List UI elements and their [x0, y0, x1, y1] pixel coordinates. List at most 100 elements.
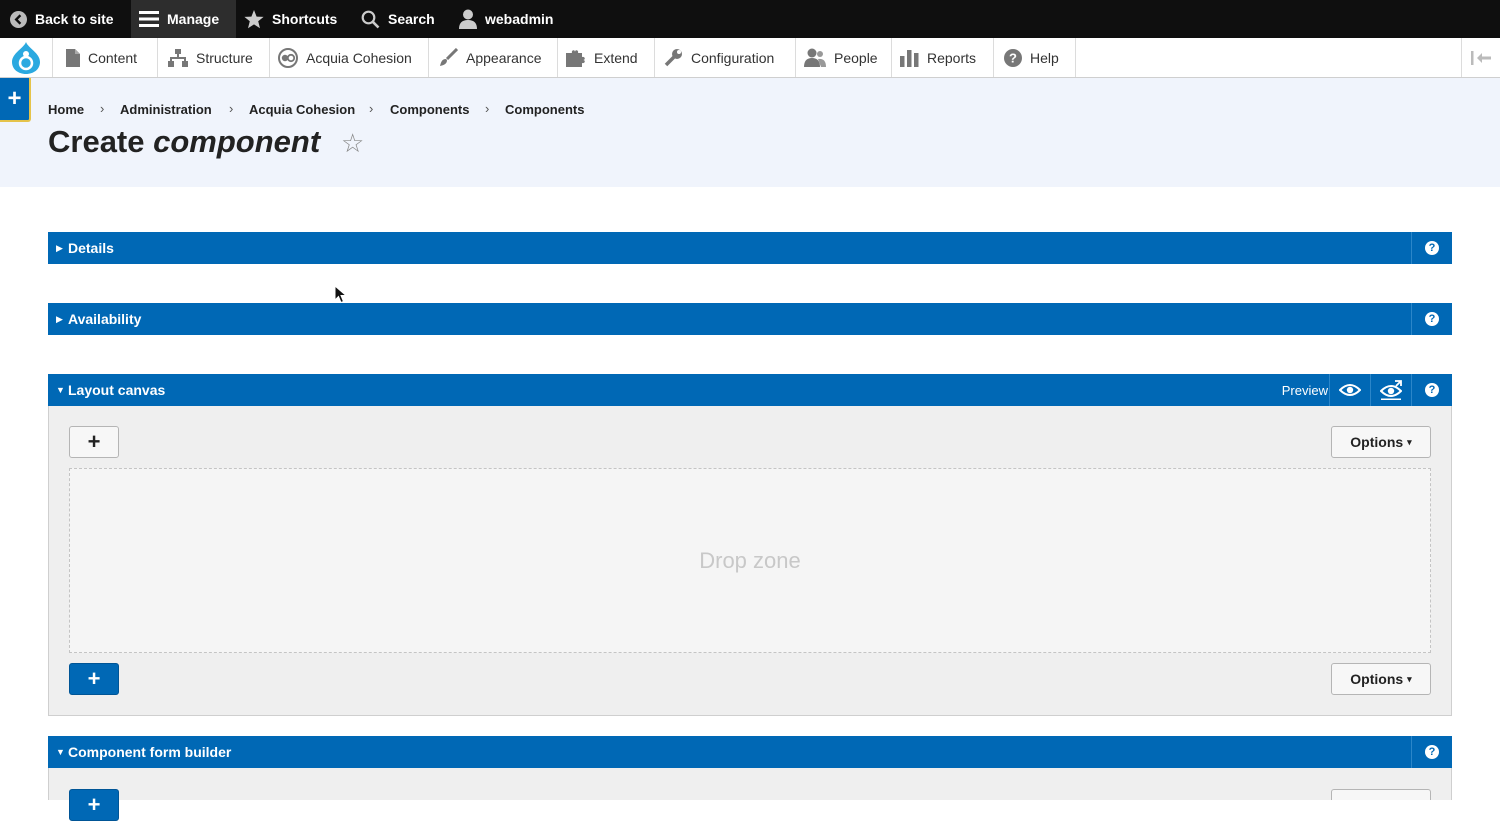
menu-item-appearance[interactable]: Appearance [429, 38, 558, 77]
chevron-down-icon: ▾ [1407, 673, 1412, 684]
toolbar-orientation-toggle[interactable] [1461, 38, 1500, 77]
menu-item-structure[interactable]: Structure [158, 38, 270, 77]
caret-down-icon: ▼ [56, 385, 65, 395]
collapse-left-icon [1471, 50, 1491, 65]
search-tab[interactable]: Search [361, 0, 435, 38]
breadcrumb-components-current[interactable]: Components [505, 102, 584, 117]
plus-icon: + [7, 85, 22, 112]
menu-item-label: Structure [196, 49, 253, 66]
eye-external-icon [1380, 380, 1402, 400]
availability-section-header[interactable]: ▶ Availability ? [48, 303, 1452, 335]
caret-right-icon: ▶ [56, 313, 63, 324]
menu-item-configuration[interactable]: Configuration [655, 38, 796, 77]
admin-toolbar: Back to site Manage Shortcuts Search web… [0, 0, 1500, 38]
availability-section-title[interactable]: Availability [68, 303, 141, 335]
shortcuts-tab[interactable]: Shortcuts [244, 0, 337, 38]
menu-item-help[interactable]: ? Help [994, 38, 1076, 77]
menu-item-label: Acquia Cohesion [306, 49, 412, 66]
form-builder-help-button[interactable]: ? [1411, 736, 1452, 768]
plus-icon: + [87, 792, 101, 817]
preview-label: Preview [1281, 382, 1328, 398]
drupal-drop-icon [12, 41, 40, 74]
document-icon [66, 48, 80, 67]
details-section-title[interactable]: Details [68, 232, 114, 264]
caret-right-icon: ▶ [56, 242, 63, 253]
help-icon: ? [1425, 241, 1439, 255]
page-title-emphasis: component [153, 124, 321, 159]
breadcrumb-separator: › [100, 101, 105, 116]
plus-icon: + [87, 666, 101, 691]
caret-down-icon: ▼ [56, 747, 65, 757]
user-tab[interactable]: webadmin [459, 0, 553, 38]
options-dropdown-top[interactable]: Options ▾ [1331, 426, 1431, 458]
options-label: Options [1350, 434, 1404, 450]
user-icon [459, 9, 477, 29]
back-to-site-label: Back to site [35, 11, 114, 27]
manage-tab[interactable]: Manage [131, 0, 236, 38]
layout-canvas-section-header[interactable]: ▼ Layout canvas Preview ? [48, 374, 1452, 406]
menu-item-acquia-cohesion[interactable]: Acquia Cohesion [270, 38, 429, 77]
preview-toggle-button[interactable] [1329, 374, 1370, 406]
mouse-cursor-icon [334, 285, 348, 304]
breadcrumb-administration[interactable]: Administration [120, 102, 212, 117]
form-builder-add-button[interactable]: + [69, 789, 119, 821]
add-element-top-button[interactable]: + [69, 426, 119, 458]
preview-new-window-button[interactable] [1370, 374, 1411, 406]
back-to-site-link[interactable]: Back to site [10, 0, 114, 38]
paintbrush-icon [440, 48, 458, 66]
eye-icon [1339, 384, 1361, 396]
breadcrumb-acquia-cohesion[interactable]: Acquia Cohesion [249, 102, 355, 117]
shortcuts-label: Shortcuts [272, 11, 338, 27]
layout-canvas-help-button[interactable]: ? [1411, 374, 1452, 406]
breadcrumb-separator: › [369, 101, 374, 116]
menu-item-label: Reports [927, 49, 977, 66]
structure-icon [168, 48, 188, 67]
cohesion-icon [278, 47, 298, 68]
menu-item-label: People [834, 49, 878, 66]
page-title: Create component [48, 124, 320, 160]
puzzle-icon [566, 50, 585, 67]
breadcrumb-separator: › [229, 101, 234, 116]
form-builder-body [48, 768, 1452, 800]
availability-help-button[interactable]: ? [1411, 303, 1452, 335]
svg-text:?: ? [1009, 50, 1017, 65]
drupal-logo[interactable] [0, 38, 53, 77]
help-icon: ? [1425, 383, 1439, 397]
breadcrumb-separator: › [485, 101, 490, 116]
menu-item-extend[interactable]: Extend [558, 38, 655, 77]
drop-zone[interactable]: Drop zone [69, 468, 1431, 653]
layout-canvas-section-title[interactable]: Layout canvas [68, 374, 165, 406]
search-icon [361, 10, 380, 28]
details-help-button[interactable]: ? [1411, 232, 1452, 264]
form-builder-section-title[interactable]: Component form builder [68, 736, 231, 768]
menu-item-label: Appearance [466, 49, 542, 66]
user-label: webadmin [485, 11, 554, 27]
add-to-shortcuts-star-icon[interactable]: ☆ [341, 128, 364, 159]
admin-menu-tray: Content Structure Acquia Cohesion Appear… [0, 38, 1500, 78]
manage-label: Manage [167, 11, 220, 27]
drop-zone-label: Drop zone [699, 547, 801, 573]
options-dropdown-bottom[interactable]: Options ▾ [1331, 663, 1431, 695]
menu-item-label: Content [88, 49, 138, 66]
menu-item-label: Configuration [691, 49, 775, 66]
back-arrow-icon [10, 10, 27, 28]
form-builder-options-dropdown[interactable] [1331, 789, 1431, 800]
menu-item-label: Extend [594, 49, 638, 66]
menu-item-label: Help [1030, 49, 1059, 66]
menu-item-reports[interactable]: Reports [892, 38, 994, 77]
details-section-header[interactable]: ▶ Details ? [48, 232, 1452, 264]
breadcrumb-home[interactable]: Home [48, 102, 84, 117]
chevron-down-icon: ▾ [1407, 436, 1412, 447]
plus-icon: + [87, 429, 101, 454]
add-element-bottom-button[interactable]: + [69, 663, 119, 695]
form-builder-section-header[interactable]: ▼ Component form builder ? [48, 736, 1452, 768]
help-icon: ? [1425, 745, 1439, 759]
breadcrumb-components[interactable]: Components [390, 102, 469, 117]
menu-item-content[interactable]: Content [52, 38, 158, 77]
settings-tray-toggle[interactable]: + [0, 78, 31, 122]
wrench-icon [664, 49, 682, 67]
menu-item-people[interactable]: People [796, 38, 892, 77]
hamburger-menu-icon [139, 11, 159, 27]
search-label: Search [388, 11, 435, 27]
options-label: Options [1350, 671, 1404, 687]
